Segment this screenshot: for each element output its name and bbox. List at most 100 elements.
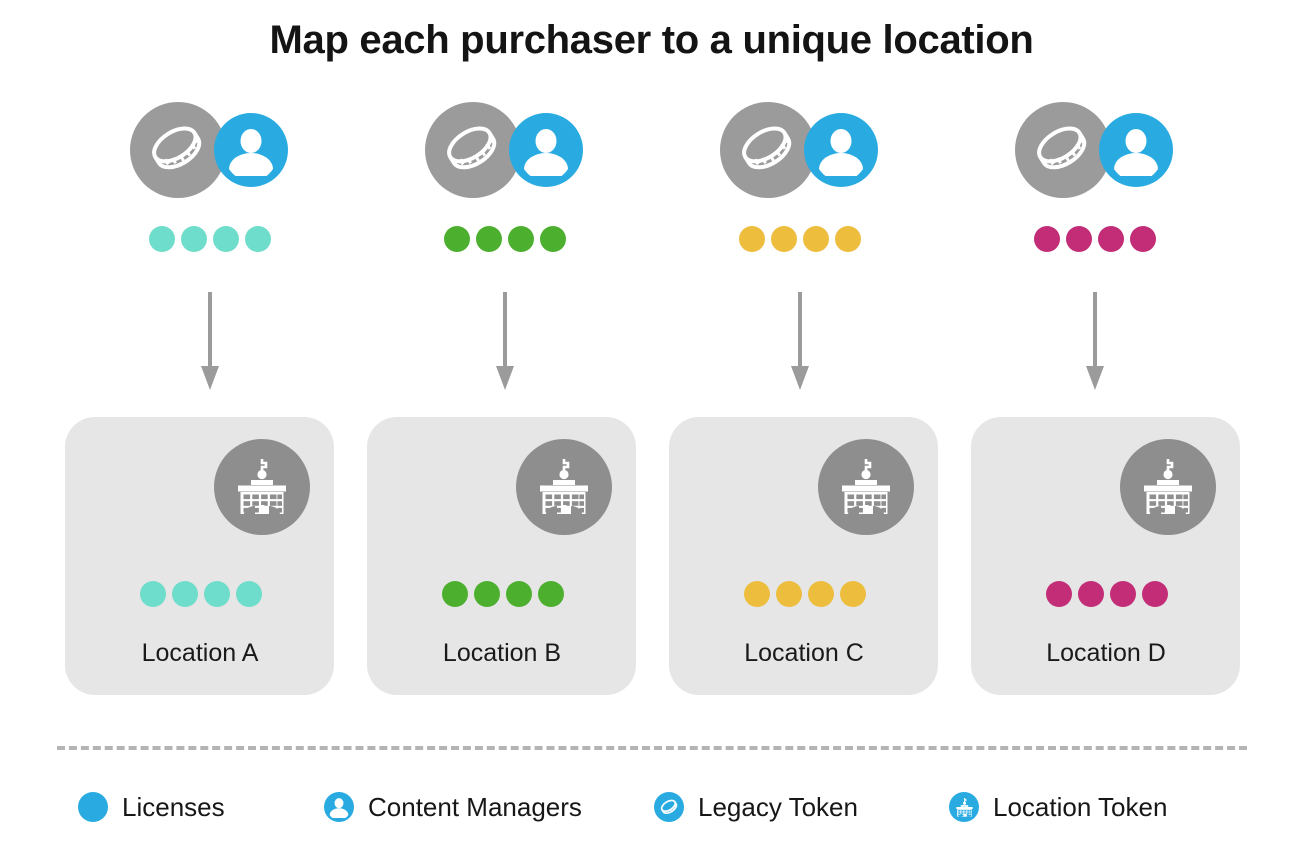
arrow-head (790, 366, 809, 390)
license-dot (204, 581, 230, 607)
license-dot (770, 226, 797, 252)
purchaser-icons (129, 100, 290, 200)
purchaser-group (947, 100, 1242, 280)
license-dot (244, 226, 271, 252)
license-dot (840, 581, 866, 607)
content-manager-icon (213, 113, 288, 187)
license-dot (236, 581, 262, 607)
license-dots (442, 581, 564, 607)
location-label: Location D (1046, 639, 1166, 667)
legend-item-location-token: Location Token (949, 792, 1228, 823)
arrow-shaft (502, 292, 507, 370)
locations-row: Location A Location B Location C Locatio… (65, 417, 1240, 695)
license-dot (148, 226, 175, 252)
down-arrow-icon (495, 292, 514, 390)
arrow-column (652, 292, 947, 392)
location-token-icon (214, 439, 310, 535)
license-dots (148, 226, 271, 252)
legacy-token-icon (654, 792, 684, 822)
legend-item-content-managers: Content Managers (324, 792, 654, 823)
purchaser-group (357, 100, 652, 280)
arrow-head (495, 366, 514, 390)
arrow-column (357, 292, 652, 392)
license-dot (539, 226, 566, 252)
license-dots (443, 226, 566, 252)
license-dot (506, 581, 532, 607)
down-arrow-icon (790, 292, 809, 390)
content-manager-icon (1098, 113, 1173, 187)
location-label: Location B (442, 639, 562, 667)
location-card-a[interactable]: Location A (65, 417, 334, 695)
content-manager-icon (508, 113, 583, 187)
license-dots (738, 226, 861, 252)
legacy-token-icon (719, 102, 816, 198)
purchaser-icons (1014, 100, 1175, 200)
license-dots (1033, 226, 1156, 252)
location-card-b[interactable]: Location B (367, 417, 636, 695)
purchasers-row (62, 100, 1242, 280)
license-dot (738, 226, 765, 252)
down-arrow-icon (1085, 292, 1104, 390)
license-dot (1129, 226, 1156, 252)
location-token-icon (818, 439, 914, 535)
license-dot (474, 581, 500, 607)
location-token-icon (949, 792, 979, 822)
arrow-shaft (797, 292, 802, 370)
license-dot (1097, 226, 1124, 252)
license-dot (475, 226, 502, 252)
license-dot (140, 581, 166, 607)
filled-circle-icon (78, 792, 108, 822)
license-dot (1033, 226, 1060, 252)
purchaser-icons (719, 100, 880, 200)
license-dot (538, 581, 564, 607)
purchaser-icons (424, 100, 585, 200)
purchaser-group (62, 100, 357, 280)
location-card-c[interactable]: Location C (669, 417, 938, 695)
license-dot (180, 226, 207, 252)
license-dot (808, 581, 834, 607)
location-token-icon (516, 439, 612, 535)
location-label: Location C (744, 639, 864, 667)
arrows-row (62, 292, 1242, 392)
legend-label: Licenses (122, 791, 225, 822)
legend-label: Location Token (993, 791, 1168, 822)
down-arrow-icon (200, 292, 219, 390)
license-dot (1110, 581, 1136, 607)
arrow-head (1085, 366, 1104, 390)
license-dots (140, 581, 262, 607)
arrow-shaft (207, 292, 212, 370)
arrow-column (947, 292, 1242, 392)
license-dot (442, 581, 468, 607)
license-dots (1046, 581, 1168, 607)
license-dots (744, 581, 866, 607)
page-title: Map each purchaser to a unique location (269, 18, 1034, 62)
license-dot (1065, 226, 1092, 252)
legacy-token-icon (1014, 102, 1111, 198)
license-dot (1142, 581, 1168, 607)
license-dot (172, 581, 198, 607)
legend: Licenses Content Managers Legacy Token L… (78, 784, 1228, 830)
legend-item-licenses: Licenses (78, 792, 324, 823)
legend-label: Legacy Token (698, 791, 858, 822)
content-manager-icon (803, 113, 878, 187)
location-label: Location A (141, 639, 259, 667)
location-token-icon (1120, 439, 1216, 535)
license-dot (776, 581, 802, 607)
license-dot (802, 226, 829, 252)
legend-item-legacy-token: Legacy Token (654, 792, 949, 823)
license-dot (507, 226, 534, 252)
legacy-token-icon (129, 102, 226, 198)
dashed-divider (57, 746, 1247, 750)
purchaser-group (652, 100, 947, 280)
location-card-d[interactable]: Location D (971, 417, 1240, 695)
license-dot (834, 226, 861, 252)
license-dot (443, 226, 470, 252)
arrow-column (62, 292, 357, 392)
content-manager-icon (324, 792, 354, 822)
legend-label: Content Managers (368, 791, 582, 822)
license-dot (1046, 581, 1072, 607)
license-dot (212, 226, 239, 252)
license-dot (744, 581, 770, 607)
legacy-token-icon (424, 102, 521, 198)
arrow-head (200, 366, 219, 390)
